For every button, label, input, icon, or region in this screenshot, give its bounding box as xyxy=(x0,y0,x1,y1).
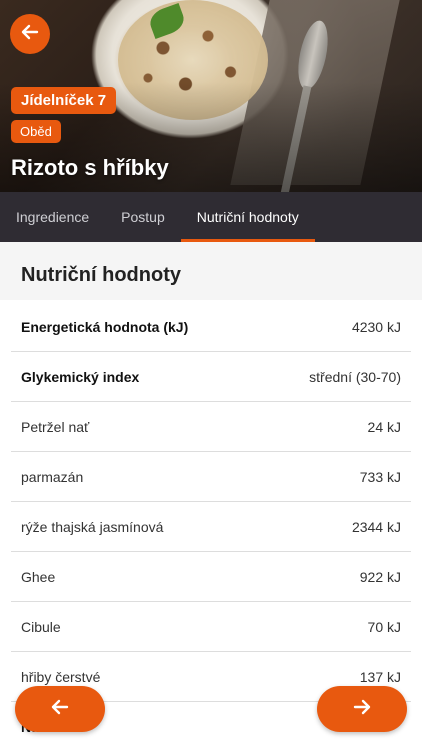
list-item: Ghee 922 kJ xyxy=(11,552,411,602)
list-item: Petržel nať 24 kJ xyxy=(11,402,411,452)
row-label: hřiby čerstvé xyxy=(21,668,101,685)
meal-badge: Oběd xyxy=(11,120,61,143)
list-item: rýže thajská jasmínová 2344 kJ xyxy=(11,502,411,552)
menu-badge: Jídelníček 7 xyxy=(11,87,117,114)
row-label: Energetická hodnota (kJ) xyxy=(21,318,189,335)
list-item: Cibule 70 kJ xyxy=(11,602,411,652)
row-label: Cibule xyxy=(21,618,61,635)
nutrition-list: Energetická hodnota (kJ) 4230 kJ Glykemi… xyxy=(0,302,422,750)
row-value: 922 kJ xyxy=(359,568,401,585)
tab-nutrition[interactable]: Nutriční hodnoty xyxy=(180,192,315,242)
arrow-left-icon xyxy=(49,696,71,723)
list-item: Glykemický index střední (30-70) xyxy=(11,352,411,402)
tab-ingredients[interactable]: Ingredience xyxy=(0,192,105,242)
tab-steps[interactable]: Postup xyxy=(105,192,181,242)
row-label: rýže thajská jasmínová xyxy=(21,518,164,535)
arrow-right-icon xyxy=(351,696,373,723)
row-value: 24 kJ xyxy=(367,418,401,435)
row-label: parmazán xyxy=(21,468,84,485)
list-item: Energetická hodnota (kJ) 4230 kJ xyxy=(11,302,411,352)
row-label: Glykemický index xyxy=(21,368,140,385)
section-title: Nutriční hodnoty xyxy=(21,264,181,286)
row-label: Ghee xyxy=(21,568,56,585)
list-item: parmazán 733 kJ xyxy=(11,452,411,502)
next-button[interactable] xyxy=(317,686,407,732)
row-value: 70 kJ xyxy=(367,618,401,635)
row-value: 137 kJ xyxy=(359,668,401,685)
page-title: Rizoto s hříbky xyxy=(11,155,169,180)
section-header: Nutriční hodnoty xyxy=(0,242,422,300)
back-button[interactable] xyxy=(10,14,50,54)
arrow-left-icon xyxy=(20,22,40,47)
tab-bar: Ingredience Postup Nutriční hodnoty xyxy=(0,192,422,242)
row-value: 733 kJ xyxy=(359,468,401,485)
row-value: 2344 kJ xyxy=(351,518,401,535)
row-value: 4230 kJ xyxy=(351,318,401,335)
previous-button[interactable] xyxy=(15,686,105,732)
row-label: Petržel nať xyxy=(21,418,90,435)
row-value: střední (30-70) xyxy=(309,368,401,385)
